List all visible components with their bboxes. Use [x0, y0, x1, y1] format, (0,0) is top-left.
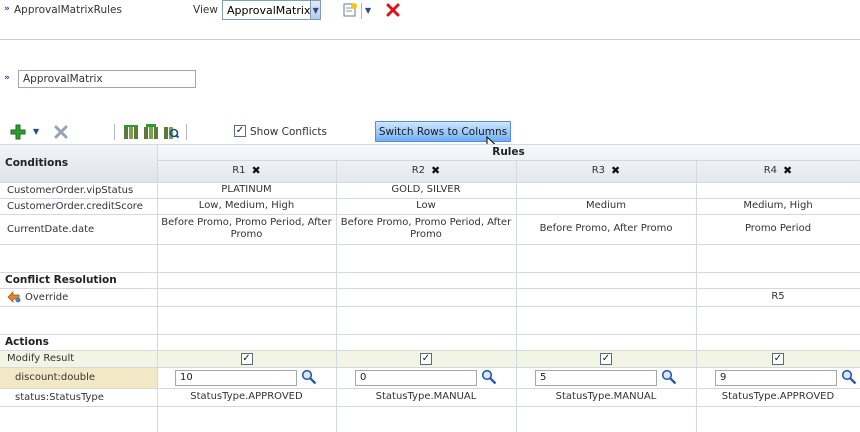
matrix-collapse-chevron-icon[interactable]: » [4, 73, 10, 83]
rule-name: R3 [591, 165, 606, 176]
rule-column-header[interactable]: R1 ✖ [157, 160, 336, 182]
condition-cell[interactable]: PLATINUM [157, 182, 336, 198]
status-label: status:StatusType [15, 391, 104, 403]
modify-result-cell: ✓ [516, 350, 696, 367]
grid-line [0, 244, 860, 245]
override-cell[interactable] [516, 288, 696, 306]
condition-cell[interactable] [696, 182, 860, 198]
modify-result-cell: ✓ [696, 350, 860, 367]
top-toolbar [0, 0, 860, 40]
chevron-down-icon[interactable]: ▼ [310, 1, 320, 19]
search-icon[interactable] [481, 369, 497, 385]
delete-rule-icon[interactable] [52, 123, 70, 141]
status-cell[interactable]: StatusType.MANUAL [336, 388, 516, 406]
discount-input[interactable]: 10 [175, 370, 297, 386]
toolbar-separator [186, 124, 187, 140]
search-icon[interactable] [661, 369, 677, 385]
rule-column-header[interactable]: R3 ✖ [516, 160, 696, 182]
discount-label: discount:double [15, 372, 95, 383]
condition-cell[interactable]: Before Promo, Promo Period, After Promo [336, 214, 516, 244]
find-gaps-icon[interactable] [162, 123, 180, 141]
actions-heading: Actions [5, 336, 49, 348]
add-menu-chevron-icon[interactable]: ▼ [33, 127, 39, 136]
condition-cell[interactable]: Before Promo, After Promo [516, 214, 696, 244]
delete-rule-icon[interactable]: ✖ [431, 165, 440, 177]
condition-cell[interactable] [516, 182, 696, 198]
rule-column-header[interactable]: R4 ✖ [696, 160, 860, 182]
conditions-heading: Conditions [5, 157, 69, 169]
collapse-chevron-icon[interactable]: » [4, 4, 10, 14]
delete-rule-icon[interactable]: ✖ [611, 165, 620, 177]
override-row-label: Override [0, 288, 157, 306]
rule-name: R2 [411, 165, 426, 176]
view-select-value: ApprovalMatrix [227, 3, 311, 17]
merge-rules-icon[interactable] [122, 123, 140, 141]
matrix-name-field[interactable]: ApprovalMatrix [18, 70, 196, 88]
discount-input[interactable]: 9 [715, 370, 837, 386]
condition-cell[interactable]: Medium, High [696, 198, 860, 214]
view-menu-chevron-icon[interactable]: ▼ [365, 6, 371, 15]
override-cell[interactable] [336, 288, 516, 306]
rule-column-header[interactable]: R2 ✖ [336, 160, 516, 182]
delete-rule-icon[interactable]: ✖ [783, 165, 792, 177]
condition-cell[interactable]: GOLD, SILVER [336, 182, 516, 198]
condition-label[interactable]: CurrentDate.date [0, 214, 157, 244]
override-cell[interactable]: R5 [696, 288, 860, 306]
view-label: View [193, 4, 218, 16]
modify-result-label: Modify Result [7, 353, 75, 364]
override-cell[interactable] [157, 288, 336, 306]
toolbar-separator [361, 3, 362, 19]
modify-result-checkbox[interactable]: ✓ [772, 352, 784, 365]
status-cell[interactable]: StatusType.MANUAL [516, 388, 696, 406]
condition-cell[interactable]: Medium [516, 198, 696, 214]
status-cell[interactable]: StatusType.APPROVED [157, 388, 336, 406]
check-icon[interactable]: ✓ [234, 125, 246, 137]
discount-input[interactable]: 0 [355, 370, 477, 386]
modify-result-checkbox[interactable]: ✓ [240, 352, 253, 365]
status-cell[interactable]: StatusType.APPROVED [696, 388, 860, 406]
rules-heading: Rules [492, 146, 525, 158]
conflict-resolution-heading: Conflict Resolution [5, 274, 117, 286]
modify-result-checkbox[interactable]: ✓ [600, 352, 612, 365]
split-rules-icon[interactable] [142, 123, 160, 141]
condition-cell[interactable]: Before Promo, Promo Period, After Promo [157, 214, 336, 244]
view-select[interactable]: ApprovalMatrix ▼ [222, 0, 321, 20]
discount-input[interactable]: 5 [535, 370, 657, 386]
rule-name: R4 [763, 165, 778, 176]
delete-view-icon[interactable] [384, 1, 402, 19]
search-icon[interactable] [301, 369, 317, 385]
edit-view-icon[interactable] [341, 1, 359, 19]
modify-result-cell: ✓ [336, 350, 516, 367]
grid-line [0, 306, 860, 307]
rules-name: ApprovalMatrixRules [14, 4, 122, 16]
condition-cell[interactable]: Low [336, 198, 516, 214]
show-conflicts-label: Show Conflicts [250, 126, 327, 138]
delete-rule-icon[interactable]: ✖ [252, 165, 261, 177]
add-icon[interactable] [9, 123, 27, 141]
condition-cell[interactable]: Promo Period [696, 214, 860, 244]
override-icon [7, 291, 21, 303]
show-conflicts-checkbox[interactable]: ✓ [234, 125, 246, 137]
modify-result-cell: ✓ [157, 350, 336, 367]
search-icon[interactable] [841, 369, 857, 385]
toolbar-separator [114, 124, 115, 140]
override-label: Override [25, 291, 69, 303]
modify-result-checkbox[interactable]: ✓ [420, 352, 432, 365]
condition-label[interactable]: CustomerOrder.vipStatus [0, 182, 157, 198]
condition-label[interactable]: CustomerOrder.creditScore [0, 198, 157, 214]
rule-name: R1 [232, 165, 246, 176]
condition-cell[interactable]: Low, Medium, High [157, 198, 336, 214]
grid-line [0, 406, 860, 407]
